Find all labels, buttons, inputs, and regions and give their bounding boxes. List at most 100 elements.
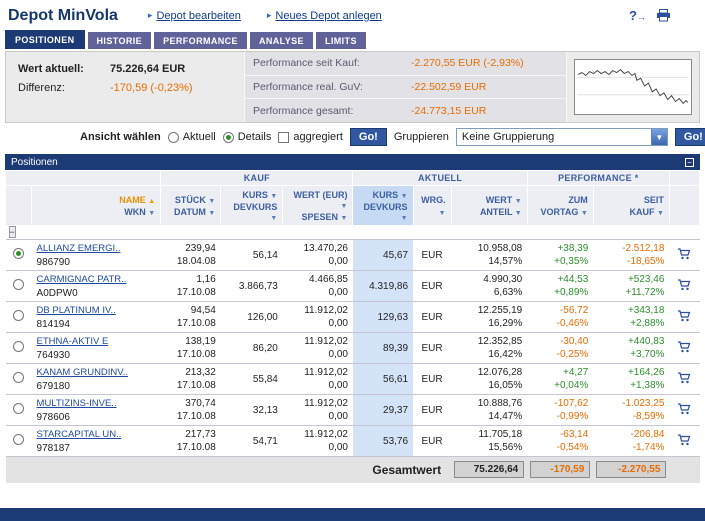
row-radio[interactable] xyxy=(13,434,25,445)
tab-historie[interactable]: HISTORIE xyxy=(87,32,152,49)
name-wkn-cell: KANAM GRUNDINV.. 679180 xyxy=(31,363,161,395)
tab-performance[interactable]: PERFORMANCE xyxy=(154,32,247,49)
radio-aktuell[interactable]: Aktuell xyxy=(167,131,216,143)
link-arrow-icon: ▸ xyxy=(266,10,272,20)
sort-wert[interactable]: WERT ▼ xyxy=(486,195,522,205)
order-button[interactable] xyxy=(669,394,700,426)
link-depot-bearbeiten[interactable]: ▸ Depot bearbeiten xyxy=(148,10,241,22)
stueck-datum-cell: 138,19 17.10.08 xyxy=(160,332,221,364)
gruppieren-select[interactable]: Keine Gruppierung ▼ xyxy=(455,128,668,146)
row-select-cell[interactable] xyxy=(5,363,32,395)
gesamtwert-wert: 75.226,64 xyxy=(454,461,525,479)
gruppieren-selected-value: Keine Gruppierung xyxy=(461,131,555,143)
sort-seit-kauf[interactable]: KAUF ▼ xyxy=(629,207,663,217)
position-name-link[interactable]: CARMIGNAC PATR.. xyxy=(37,274,127,285)
help-icon[interactable]: ?→ xyxy=(629,8,646,23)
order-button[interactable] xyxy=(669,332,700,364)
sort-stueck[interactable]: STÜCK ▼ xyxy=(175,195,215,205)
gesamtwert-kauf-cell: -2.270,55 xyxy=(593,456,670,483)
go-button-view[interactable]: Go! xyxy=(349,128,387,146)
kurs-aktuell-cell: 29,37 xyxy=(352,394,414,426)
row-select-cell[interactable] xyxy=(5,239,32,271)
table-row: STARCAPITAL UN.. 978187 217,73 17.10.08 5… xyxy=(5,425,700,457)
checkbox-aggregiert-icon[interactable] xyxy=(278,131,290,143)
seit-kauf-cell: +343,18 +2,88% xyxy=(593,301,670,333)
wert-anteil-cell: 10.958,08 14,57% xyxy=(451,239,528,271)
row-select-cell[interactable] xyxy=(5,332,32,364)
row-radio[interactable] xyxy=(13,341,25,352)
go-button-group[interactable]: Go! xyxy=(674,128,705,146)
waehrung-cell: EUR xyxy=(413,425,452,457)
wert-spesen-cell: 11.912,02 0,00 xyxy=(282,301,353,333)
dropdown-arrow-icon[interactable]: ▼ xyxy=(650,129,667,145)
sort-kurs-kauf[interactable]: KURS ▼ xyxy=(242,190,277,200)
page-title: Depot MinVola xyxy=(8,6,118,24)
sort-devkurs-aktuell[interactable]: DEVKURS ▼ xyxy=(364,202,408,222)
order-button[interactable] xyxy=(669,270,700,302)
checkbox-aggregiert[interactable]: aggregiert xyxy=(278,131,343,143)
sort-desc-icon: ▼ xyxy=(148,209,156,217)
row-radio[interactable] xyxy=(13,310,25,321)
row-radio[interactable] xyxy=(13,279,25,290)
position-name-link[interactable]: ETHNA-AKTIV E xyxy=(37,336,109,347)
sort-spesen[interactable]: SPESEN ▼ xyxy=(302,212,348,222)
col-name-wkn: NAME ▲ WKN ▼ xyxy=(31,185,162,226)
order-button[interactable] xyxy=(669,425,700,457)
sort-wert-eur[interactable]: WERT (EUR) ▼ xyxy=(293,190,347,210)
radio-aktuell-icon[interactable] xyxy=(167,131,179,143)
row-select-cell[interactable] xyxy=(5,394,32,426)
minimize-icon[interactable]: − xyxy=(685,157,694,167)
kurs-aktuell-cell: 89,39 xyxy=(352,332,414,364)
radio-details[interactable]: Details xyxy=(222,131,271,143)
kurs-aktuell-cell: 129,63 xyxy=(352,301,414,333)
cart-icon xyxy=(678,340,691,352)
sort-wkn[interactable]: WKN ▼ xyxy=(124,207,155,217)
row-select-cell[interactable] xyxy=(5,270,32,302)
col-wert-spesen: WERT (EUR) ▼ SPESEN ▼ xyxy=(282,185,354,226)
position-name-link[interactable]: MULTIZINS-INVE.. xyxy=(37,398,117,409)
radio-details-icon[interactable] xyxy=(222,131,234,143)
total-row: Gesamtwert 75.226,64 -170,59 -2.270,55 xyxy=(5,456,700,483)
order-button[interactable] xyxy=(669,363,700,395)
sort-kurs-aktuell[interactable]: KURS ▼ xyxy=(373,190,408,200)
order-button[interactable] xyxy=(669,239,700,271)
tab-positionen[interactable]: POSITIONEN xyxy=(5,30,85,49)
link-neues-depot-anlegen[interactable]: ▸ Neues Depot anlegen xyxy=(267,10,382,22)
wert-spesen-cell: 11.912,02 0,00 xyxy=(282,394,353,426)
row-radio[interactable] xyxy=(13,372,25,383)
sort-devkurs-kauf[interactable]: DEVKURS ▼ xyxy=(233,202,277,222)
kurs-kauf-cell: 32,13 xyxy=(220,394,283,426)
table-row: KANAM GRUNDINV.. 679180 213,32 17.10.08 5… xyxy=(5,363,700,395)
header: Depot MinVola ▸ Depot bearbeiten ▸ Neues… xyxy=(0,0,705,28)
wert-anteil-cell: 12.352,85 16,42% xyxy=(451,332,528,364)
sort-datum[interactable]: DATUM ▼ xyxy=(174,207,215,217)
row-radio[interactable] xyxy=(13,248,25,259)
tab-analyse[interactable]: ANALYSE xyxy=(249,32,313,49)
col-actions xyxy=(668,185,701,226)
cart-icon xyxy=(678,309,691,321)
positions-table: KAUF AKTUELL PERFORMANCE * NAME ▲ WKN ▼ … xyxy=(4,170,701,483)
sort-name[interactable]: NAME ▲ xyxy=(119,195,155,205)
col-kurs-aktuell: KURS ▼ DEVKURS ▼ xyxy=(352,185,414,226)
position-name-link[interactable]: STARCAPITAL UN.. xyxy=(37,429,122,440)
tab-limits[interactable]: LIMITS xyxy=(315,32,366,49)
row-radio[interactable] xyxy=(13,403,25,414)
sort-wrg[interactable]: WRG. xyxy=(421,195,446,205)
group-performance: PERFORMANCE * xyxy=(526,170,670,186)
position-name-link[interactable]: KANAM GRUNDINV.. xyxy=(37,367,129,378)
col-stueck-datum: STÜCK ▼ DATUM ▼ xyxy=(160,185,222,226)
sort-vortag[interactable]: VORTAG ▼ xyxy=(541,207,588,217)
position-wkn: 679180 xyxy=(36,380,70,392)
kurs-kauf-cell: 126,00 xyxy=(220,301,283,333)
print-icon[interactable] xyxy=(656,9,671,22)
row-select-cell[interactable] xyxy=(5,425,32,457)
kurs-kauf-cell: 55,84 xyxy=(220,363,283,395)
position-name-link[interactable]: ALLIANZ EMERGI.. xyxy=(37,243,121,254)
sort-anteil[interactable]: ANTEIL ▼ xyxy=(480,207,522,217)
order-button[interactable] xyxy=(669,301,700,333)
waehrung-cell: EUR xyxy=(413,332,452,364)
collapse-group-icon[interactable]: − xyxy=(8,226,16,238)
position-name-link[interactable]: DB PLATINUM IV.. xyxy=(37,305,116,316)
row-select-cell[interactable] xyxy=(5,301,32,333)
col-radio xyxy=(4,185,33,226)
